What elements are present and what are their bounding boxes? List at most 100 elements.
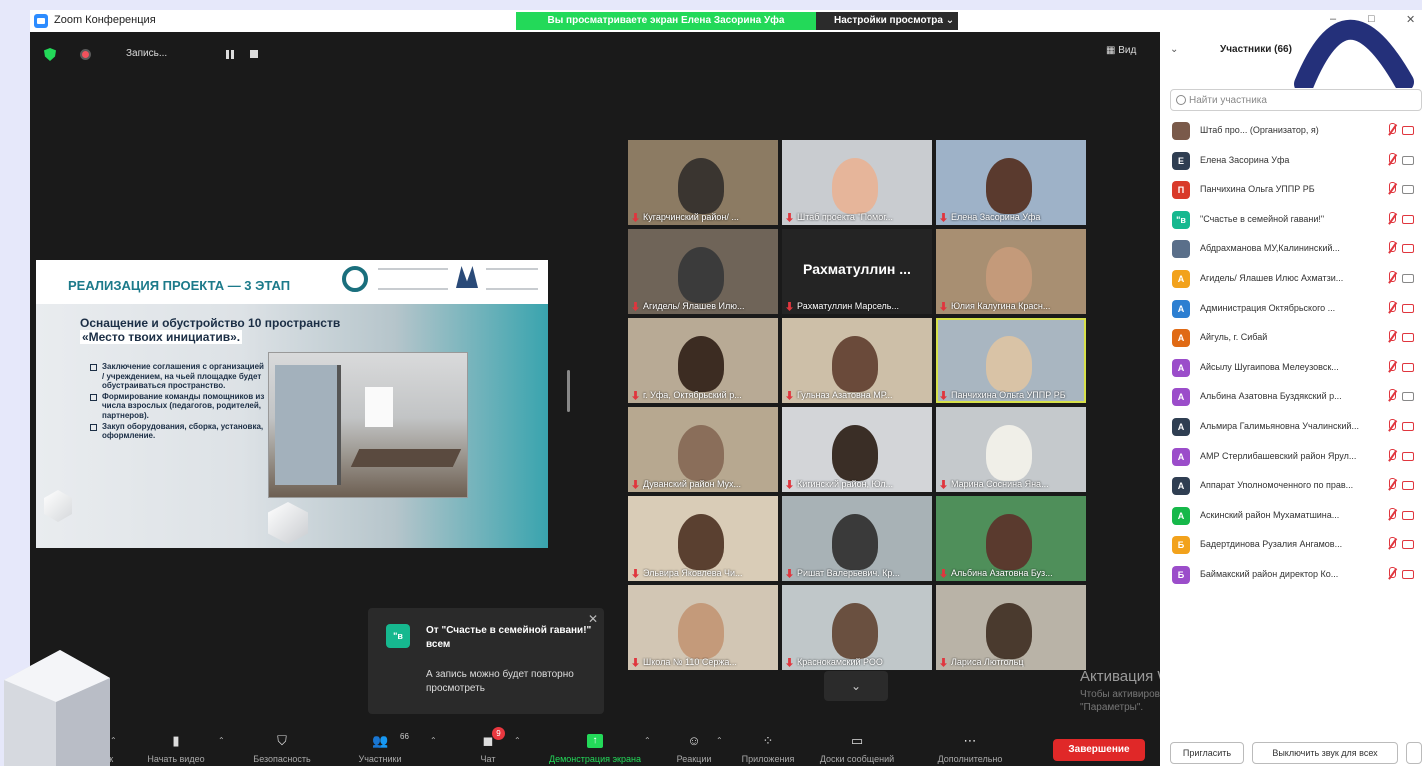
video-tile-name: Штаб проекта "Помог...	[786, 212, 928, 222]
video-tile[interactable]: Рахматуллин ... Рахматуллин Марсель...	[782, 229, 932, 314]
gallery-scroll-down-button[interactable]: ⌄	[824, 671, 888, 701]
video-tile[interactable]: Кигинский район, Юл...	[782, 407, 932, 492]
chevron-down-icon[interactable]: ⌄	[1170, 44, 1178, 55]
video-tile-name: Панчихина Ольга УППР РБ	[940, 390, 1082, 400]
video-tile[interactable]: Гульназ Азатовна МР...	[782, 318, 932, 403]
participant-video	[678, 158, 724, 214]
camera-off-icon	[1402, 126, 1414, 135]
end-meeting-button[interactable]: Завершение	[1053, 739, 1145, 761]
participant-row[interactable]: Абдрахманова МУ,Калининский...	[1160, 235, 1422, 265]
video-tile[interactable]: Дуванский район Мух...	[628, 407, 778, 492]
security-button[interactable]: ⛉ Безопасность	[240, 726, 324, 766]
avatar	[1172, 240, 1190, 259]
microphone-muted-icon	[1386, 152, 1397, 167]
chat-message: А запись можно будет повторно просмотрет…	[426, 669, 574, 694]
camera-off-icon	[1402, 540, 1414, 550]
toolbar-label: Демонстрация экрана	[549, 754, 641, 764]
toolbar-label: Безопасность	[253, 754, 311, 764]
microphone-muted-icon	[1386, 241, 1397, 255]
share-screen-button[interactable]: ↑ Демонстрация экрана	[532, 726, 658, 766]
participant-name: Айсылу Шугаипова Мелеузовск...	[1200, 361, 1339, 372]
participant-name: Аскинский район Мухаматшина...	[1200, 509, 1340, 520]
video-tile[interactable]: Краснокамский РОО	[782, 585, 932, 670]
toolbar-label: Начать видео	[147, 754, 205, 764]
participant-row[interactable]: "в "Счастье в семейной гавани!"	[1160, 206, 1422, 236]
video-tile-name: Елена Засорина Уфа	[940, 212, 1082, 222]
video-tile[interactable]: Юлия Калугина Красн...	[936, 229, 1086, 314]
apps-button[interactable]: ⁘ Приложения	[730, 726, 806, 766]
mute-all-button[interactable]: Выключить звук для всех	[1252, 742, 1398, 764]
video-tile[interactable]: Школа № 110 Сержа...	[628, 585, 778, 670]
close-icon[interactable]: ✕	[588, 612, 598, 626]
avatar: А	[1172, 329, 1190, 348]
avatar: А	[1172, 358, 1190, 377]
participant-video	[678, 425, 724, 481]
reactions-button[interactable]: ☺ Реакции	[664, 726, 724, 766]
participant-row[interactable]: А Агидель/ Ялашев Илюс Ахматзи...	[1160, 265, 1422, 295]
video-off-icon: ▮	[172, 733, 180, 748]
video-tile[interactable]: Альбина Азатовна Буз...	[936, 496, 1086, 581]
chevron-up-icon[interactable]: ⌃	[716, 736, 723, 745]
video-tile[interactable]: Агидель/ Ялашев Илю...	[628, 229, 778, 314]
participant-row[interactable]: А Альбина Азатовна Буздякский р...	[1160, 383, 1422, 413]
microphone-muted-icon	[1386, 182, 1397, 196]
participant-row[interactable]: Б Бадертдинова Рузалия Ангамов...	[1160, 531, 1422, 561]
video-tile[interactable]: Штаб проекта "Помог...	[782, 140, 932, 225]
video-tile[interactable]: Кугарчинский район/ ...	[628, 140, 778, 225]
participant-name: Альбина Азатовна Буздякский р...	[1200, 391, 1342, 402]
chevron-up-icon[interactable]: ⌃	[218, 736, 225, 745]
participants-button[interactable]: 👥 66 Участники	[342, 726, 418, 766]
participant-row[interactable]: Б Баймакский район директор Ко...	[1160, 561, 1422, 591]
microphone-muted-icon	[1386, 270, 1397, 285]
video-tile[interactable]: Елена Засорина Уфа	[936, 140, 1086, 225]
start-video-button[interactable]: ▮ Начать видео	[138, 726, 214, 766]
participant-row[interactable]: П Панчихина Ольга УППР РБ	[1160, 176, 1422, 206]
more-options-button[interactable]	[1406, 742, 1422, 764]
camera-off-icon	[1402, 451, 1414, 461]
invite-button[interactable]: Пригласить	[1170, 742, 1244, 764]
video-tile[interactable]: г. Уфа, Октябрьский р...	[628, 318, 778, 403]
participant-row[interactable]: А Аппарат Уполномоченного по прав...	[1160, 472, 1422, 502]
avatar: А	[1172, 388, 1190, 407]
chevron-up-icon[interactable]: ⌃	[430, 736, 437, 745]
video-tile-name: Ришат Валерьевич. Кр...	[786, 568, 928, 578]
participant-row[interactable]: А Айсылу Шугаипова Мелеузовск...	[1160, 354, 1422, 384]
video-tile[interactable]: Панчихина Ольга УППР РБ	[936, 318, 1086, 403]
participant-row[interactable]: А Альмира Галимьяновна Учалинский...	[1160, 413, 1422, 443]
more-button[interactable]: ⋯ Дополнительно	[920, 726, 1020, 766]
video-tile[interactable]: Ришат Валерьевич. Кр...	[782, 496, 932, 581]
video-tile-name: Кигинский район, Юл...	[786, 479, 928, 489]
microphone-muted-icon	[1386, 418, 1397, 433]
tile-center-name: Рахматуллин ...	[803, 261, 911, 277]
participant-row[interactable]: Штаб про... (Организатор, я)	[1160, 117, 1422, 147]
participant-row[interactable]: А АМР Стерлибашевский район Ярул...	[1160, 443, 1422, 473]
whiteboards-button[interactable]: ▭ Доски сообщений	[810, 726, 904, 766]
microphone-muted-icon	[1386, 300, 1397, 315]
avatar: Б	[1172, 536, 1190, 555]
chat-notification[interactable]: "в От "Счастье в семейной гавани!" всем …	[368, 608, 604, 714]
participant-name: Айгуль, г. Сибай	[1200, 332, 1268, 343]
meeting-toolbar: ♪ Звук ⌃ ▮ Начать видео ⌃ ⛉ Безопасность…	[30, 726, 1160, 766]
microphone-muted-icon	[1386, 211, 1397, 226]
video-tile[interactable]: Эльвира Яковлева Чи...	[628, 496, 778, 581]
participant-search-input[interactable]: Найти участника	[1170, 89, 1422, 111]
camera-off-icon	[1402, 362, 1414, 372]
microphone-muted-icon	[1386, 389, 1397, 403]
video-tile-name: Школа № 110 Сержа...	[632, 657, 774, 667]
avatar	[1172, 122, 1190, 140]
chevron-up-icon[interactable]: ⌃	[514, 736, 521, 745]
participant-video	[832, 158, 878, 214]
participant-video	[986, 514, 1032, 570]
video-tile[interactable]: Марина Соснина Яна...	[936, 407, 1086, 492]
chat-sender-avatar: "в	[386, 624, 410, 648]
participant-row[interactable]: Е Елена Засорина Уфа	[1160, 147, 1422, 177]
participant-row[interactable]: А Аскинский район Мухаматшина...	[1160, 502, 1422, 532]
video-tile[interactable]: Лариса Лютгольц	[936, 585, 1086, 670]
participant-row[interactable]: А Айгуль, г. Сибай	[1160, 324, 1422, 354]
microphone-muted-icon	[1386, 123, 1397, 137]
chevron-up-icon[interactable]: ⌃	[644, 736, 651, 745]
participant-row[interactable]: А Администрация Октябрьского ...	[1160, 295, 1422, 325]
participant-name: Баймакский район директор Ко...	[1200, 568, 1339, 579]
participants-list: Штаб про... (Организатор, я) Е Елена Засор…	[1160, 117, 1422, 591]
participant-name: Аппарат Уполномоченного по прав...	[1200, 480, 1354, 491]
